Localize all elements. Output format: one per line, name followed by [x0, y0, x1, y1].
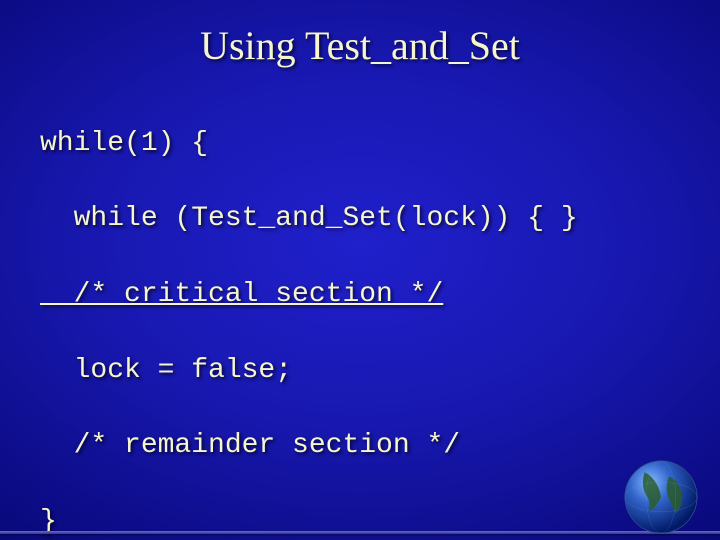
code-line-6: } [40, 503, 720, 540]
slide-title: Using Test_and_Set [0, 22, 720, 69]
code-line-3: /* critical section */ [40, 276, 720, 314]
globe-icon [620, 456, 702, 538]
code-line-1: while(1) { [40, 125, 720, 163]
code-block: while(1) { while (Test_and_Set(lock)) { … [40, 87, 720, 540]
code-line-2: while (Test_and_Set(lock)) { } [40, 200, 720, 238]
divider [0, 531, 720, 534]
code-line-4: lock = false; [40, 352, 720, 390]
code-line-5: /* remainder section */ [40, 427, 720, 465]
